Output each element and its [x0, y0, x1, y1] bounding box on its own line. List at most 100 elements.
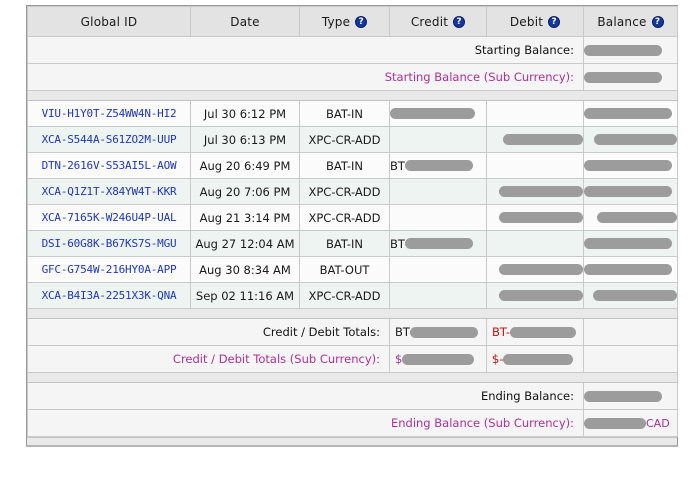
column-label-credit: Credit	[410, 14, 449, 29]
cell-debit	[486, 178, 584, 205]
cell-credit	[389, 100, 487, 127]
cell-global-id[interactable]: XCA-B4I3A-2251X3K-QNA	[27, 282, 191, 309]
redaction-bar	[409, 326, 478, 338]
cell-credit	[389, 282, 487, 309]
help-icon-type[interactable]: ?	[355, 15, 368, 28]
cell-credit	[389, 178, 487, 205]
global-id-link[interactable]: DSI-60G8K-B67KS7S-MGU	[42, 237, 177, 250]
credit-debit-totals-sub-label: Credit / Debit Totals (Sub Currency):	[27, 345, 390, 373]
credit-debit-totals-row: Credit / Debit Totals: BT BT-	[27, 318, 678, 346]
redaction-bar	[584, 238, 672, 249]
global-id-link[interactable]: DTN-2616V-S53AI5L-AOW	[42, 159, 177, 172]
table-row[interactable]: XCA-7165K-W246U4P-UAL Aug 21 3:14 PM XPC…	[27, 204, 678, 231]
column-header-credit[interactable]: Credit ?	[389, 6, 487, 37]
credit-debit-totals-label: Credit / Debit Totals:	[27, 318, 390, 346]
redaction-bar	[402, 353, 475, 365]
currency-prefix: BT	[390, 236, 405, 251]
debit-total-sub-value: $-	[486, 345, 584, 373]
ending-balance-row: Ending Balance:	[27, 382, 678, 410]
totals-balance-empty	[583, 318, 678, 346]
cell-date: Aug 30 8:34 AM	[190, 256, 300, 283]
cell-credit	[389, 204, 487, 231]
redaction-bar	[584, 186, 672, 197]
cell-type: BAT-OUT	[299, 256, 390, 283]
column-header-date[interactable]: Date	[190, 6, 300, 37]
cell-debit	[486, 204, 584, 231]
cell-credit: BT	[389, 230, 487, 257]
cell-global-id[interactable]: DTN-2616V-S53AI5L-AOW	[27, 152, 191, 179]
table-row[interactable]: XCA-B4I3A-2251X3K-QNA Sep 02 11:16 AM XP…	[27, 282, 678, 309]
cell-balance	[583, 100, 678, 127]
redaction-bar	[499, 186, 583, 197]
help-icon-credit[interactable]: ?	[453, 15, 466, 28]
table-header: Global ID Date Type ? Credit ? Debit ? B…	[27, 6, 678, 37]
global-id-link[interactable]: XCA-S544A-S61ZO2M-UUP	[42, 133, 177, 146]
cell-date: Aug 21 3:14 PM	[190, 204, 300, 231]
table-row[interactable]: GFC-G754W-216HY0A-APP Aug 30 8:34 AM BAT…	[27, 256, 678, 283]
redaction-bar	[594, 134, 677, 145]
starting-balance-sub-row: Starting Balance (Sub Currency):	[27, 63, 678, 91]
credit-total-sub-value: $	[389, 345, 487, 373]
cell-date: Aug 20 6:49 PM	[190, 152, 300, 179]
global-id-link[interactable]: XCA-B4I3A-2251X3K-QNA	[42, 289, 177, 302]
cell-global-id[interactable]: GFC-G754W-216HY0A-APP	[27, 256, 191, 283]
column-label-balance: Balance	[597, 14, 647, 29]
global-id-link[interactable]: XCA-7165K-W246U4P-UAL	[42, 211, 177, 224]
cell-date: Jul 30 6:13 PM	[190, 126, 300, 153]
totals-balance-sub-empty	[583, 345, 678, 373]
global-id-link[interactable]: GFC-G754W-216HY0A-APP	[42, 263, 177, 276]
cell-global-id[interactable]: XCA-Q1Z1T-X84YW4T-KKR	[27, 178, 191, 205]
debit-total-value: BT-	[486, 318, 584, 346]
table-footer-strip	[27, 437, 677, 445]
redaction-bar	[499, 212, 583, 223]
redaction-bar	[584, 108, 672, 119]
cell-date: Sep 02 11:16 AM	[190, 282, 300, 309]
column-header-type[interactable]: Type ?	[299, 6, 390, 37]
cell-balance	[583, 282, 678, 309]
cell-balance	[583, 126, 678, 153]
redaction-bar	[584, 264, 672, 275]
column-label-debit: Debit	[509, 14, 544, 29]
help-icon-debit[interactable]: ?	[548, 15, 561, 28]
cell-debit	[486, 230, 584, 257]
cell-balance	[583, 230, 678, 257]
cell-global-id[interactable]: XCA-S544A-S61ZO2M-UUP	[27, 126, 191, 153]
cell-global-id[interactable]: VIU-H1Y0T-Z54WW4N-HI2	[27, 100, 191, 127]
redaction-bar	[404, 160, 473, 171]
cell-global-id[interactable]: DSI-60G8K-B67KS7S-MGU	[27, 230, 191, 257]
cell-debit	[486, 256, 584, 283]
transaction-ledger-page: Global ID Date Type ? Credit ? Debit ? B…	[0, 0, 700, 501]
redaction-bar	[510, 326, 577, 338]
column-header-balance[interactable]: Balance ?	[583, 6, 678, 37]
credit-debit-totals-sub-row: Credit / Debit Totals (Sub Currency): $ …	[27, 345, 678, 373]
section-spacer-bottom	[27, 308, 678, 319]
currency-prefix: BT	[395, 325, 410, 339]
cell-date: Aug 20 7:06 PM	[190, 178, 300, 205]
cell-global-id[interactable]: XCA-7165K-W246U4P-UAL	[27, 204, 191, 231]
cell-type: BAT-IN	[299, 152, 390, 179]
starting-balance-value	[583, 36, 678, 64]
table-row[interactable]: XCA-Q1Z1T-X84YW4T-KKR Aug 20 7:06 PM XPC…	[27, 178, 678, 205]
table-row[interactable]: XCA-S544A-S61ZO2M-UUP Jul 30 6:13 PM XPC…	[27, 126, 678, 153]
transaction-table: Global ID Date Type ? Credit ? Debit ? B…	[27, 6, 678, 437]
global-id-link[interactable]: XCA-Q1Z1T-X84YW4T-KKR	[42, 185, 177, 198]
starting-balance-row: Starting Balance:	[27, 36, 678, 64]
cell-balance	[583, 152, 678, 179]
table-row[interactable]: DSI-60G8K-B67KS7S-MGU Aug 27 12:04 AM BA…	[27, 230, 678, 257]
table-row[interactable]: DTN-2616V-S53AI5L-AOW Aug 20 6:49 PM BAT…	[27, 152, 678, 179]
column-header-global-id[interactable]: Global ID	[27, 6, 191, 37]
ending-balance-value	[583, 382, 678, 410]
ending-balance-label: Ending Balance:	[27, 382, 584, 410]
help-icon-balance[interactable]: ?	[651, 15, 664, 28]
cell-debit	[486, 126, 584, 153]
table-row[interactable]: VIU-H1Y0T-Z54WW4N-HI2 Jul 30 6:12 PM BAT…	[27, 100, 678, 127]
cell-debit	[486, 152, 584, 179]
redaction-bar	[584, 417, 646, 429]
starting-balance-sub-label: Starting Balance (Sub Currency):	[27, 63, 584, 91]
currency-prefix: $	[395, 352, 403, 366]
cell-balance	[583, 256, 678, 283]
column-header-debit[interactable]: Debit ?	[486, 6, 584, 37]
starting-balance-sub-value	[583, 63, 678, 91]
redaction-bar	[584, 71, 662, 83]
global-id-link[interactable]: VIU-H1Y0T-Z54WW4N-HI2	[42, 107, 177, 120]
